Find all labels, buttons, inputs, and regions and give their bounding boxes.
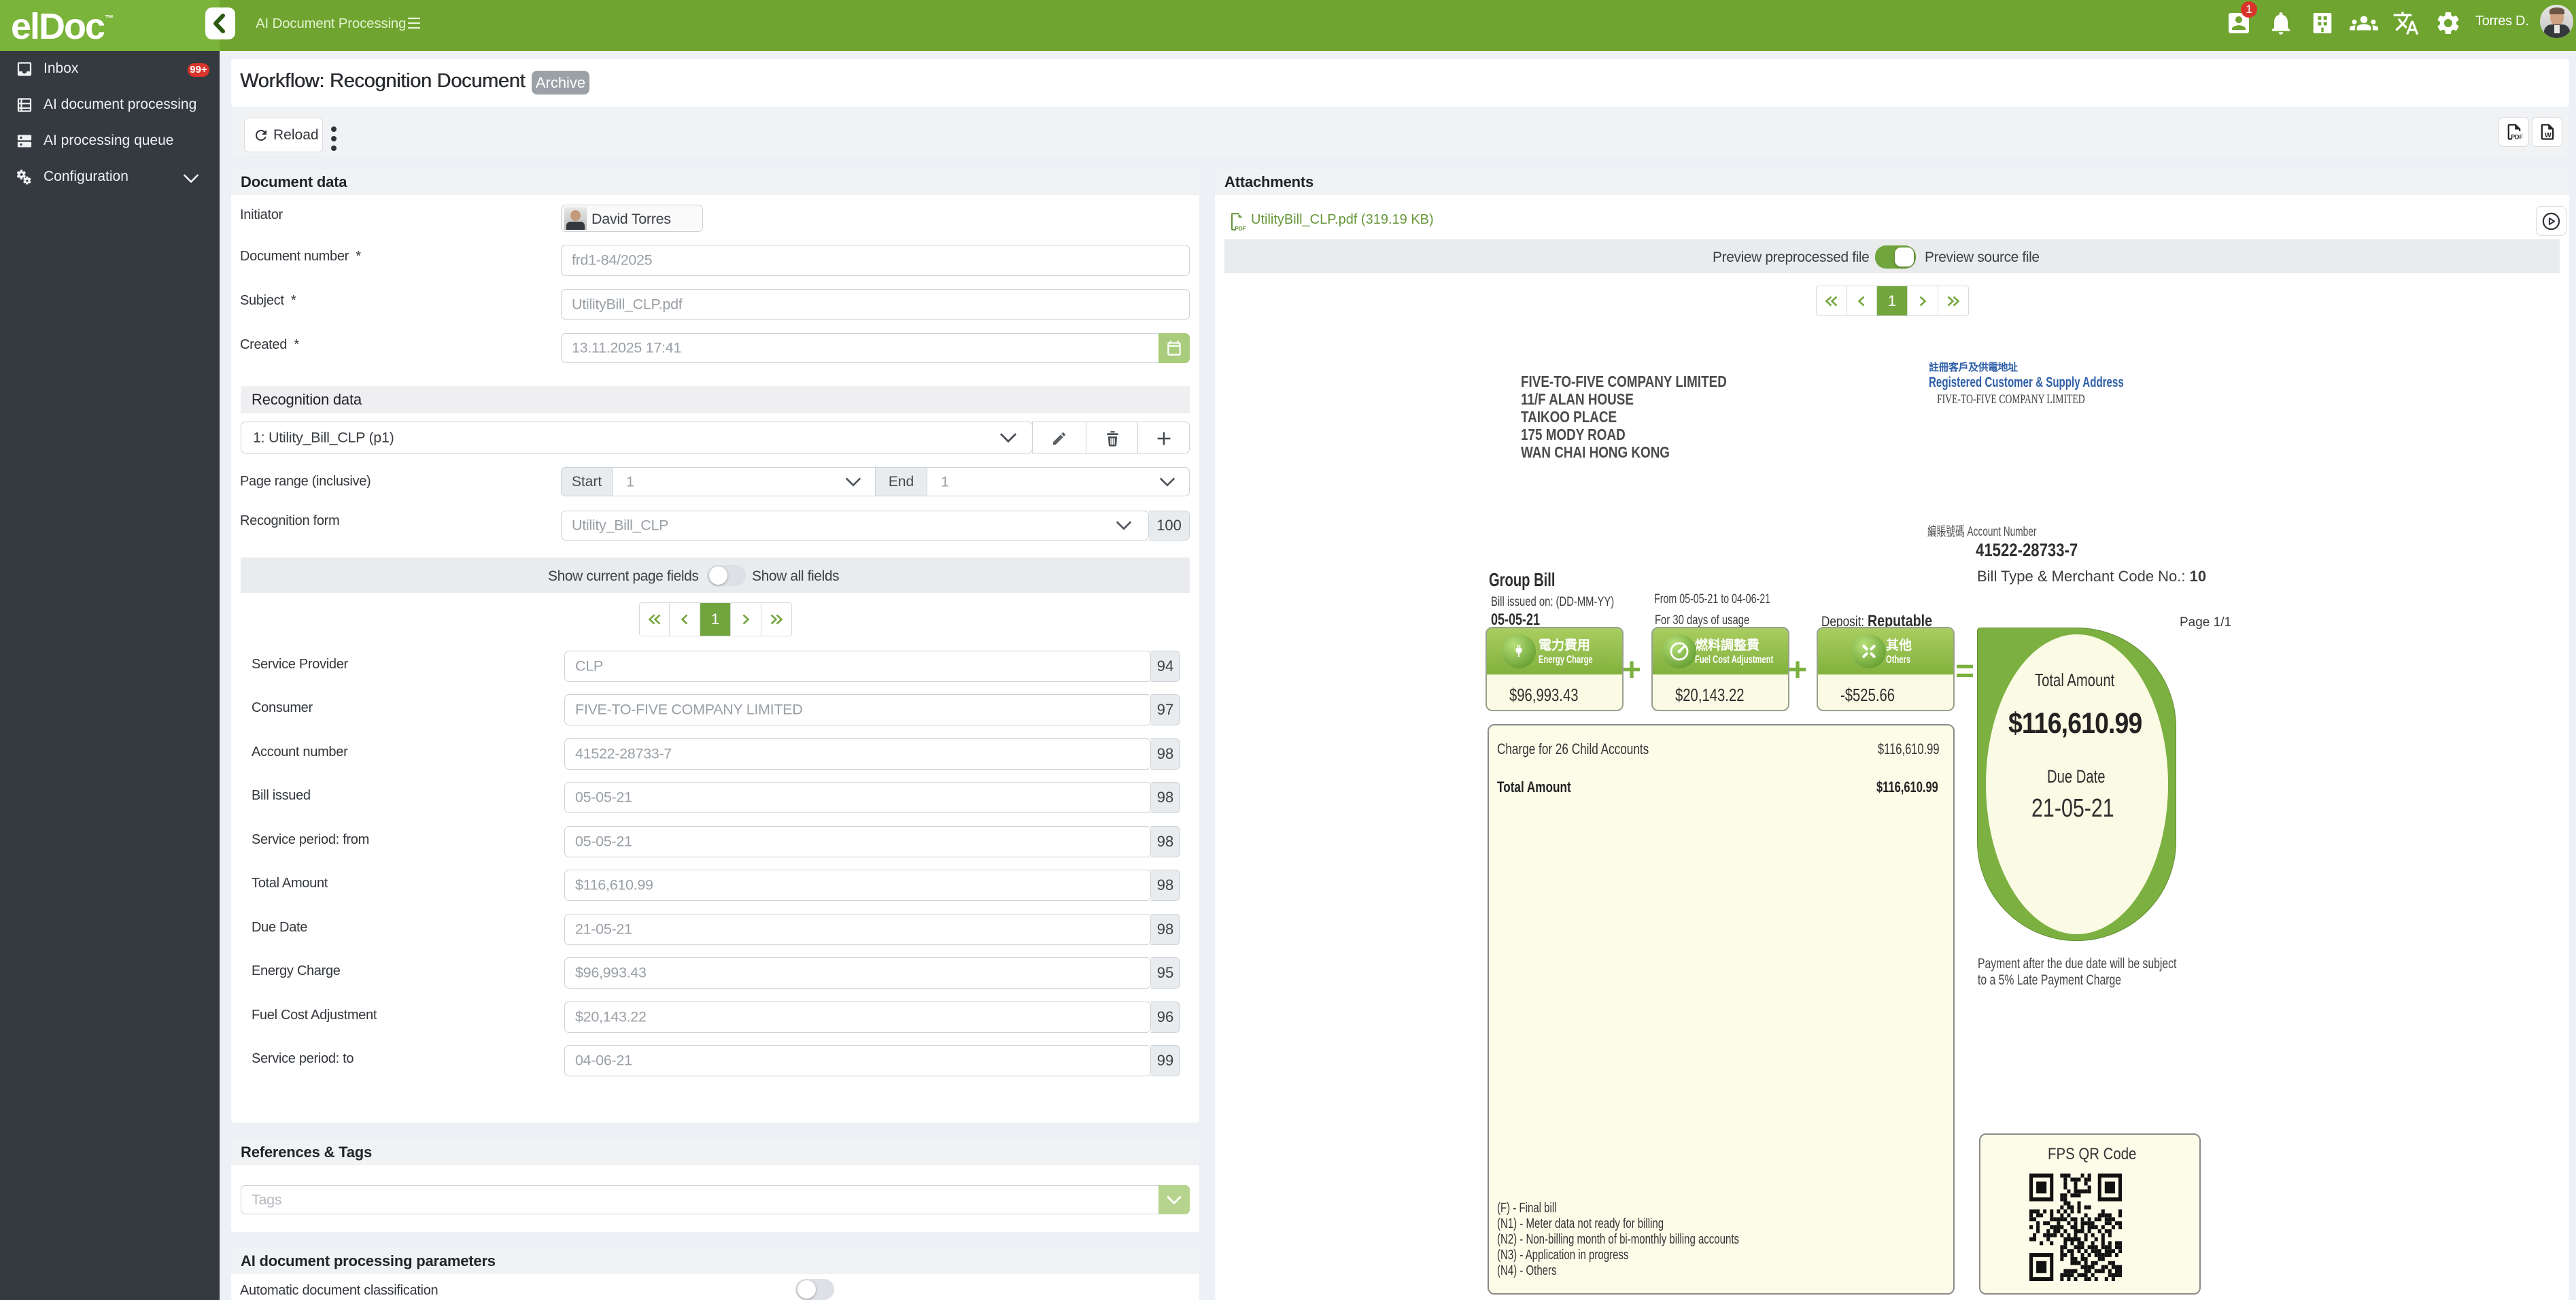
svg-text:PDF: PDF bbox=[2511, 134, 2523, 141]
svg-text:W: W bbox=[2545, 131, 2552, 139]
svg-text:PDF: PDF bbox=[1235, 226, 1246, 231]
